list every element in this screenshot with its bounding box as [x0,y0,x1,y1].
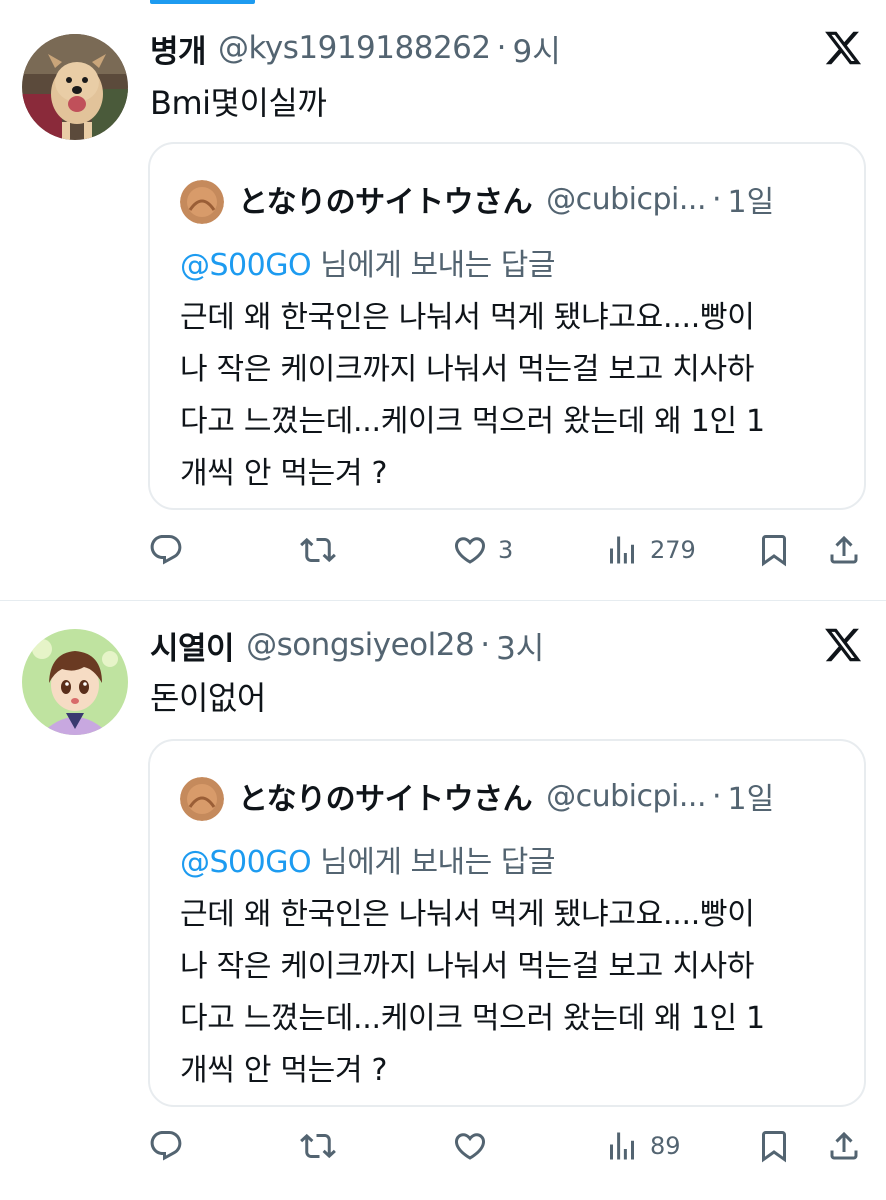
tweet-text: 돈이없어 [150,679,266,717]
reply-icon [150,535,182,565]
separator-dot: · [480,627,491,663]
action-bar: 89 [0,1126,886,1166]
views-icon [610,1132,634,1160]
tweet-header: 시열이 @songsiyeol28 · 3시 [150,623,544,667]
mention-link[interactable]: @S00GO [180,248,312,283]
quoted-author-handle[interactable]: @cubicpi... [546,779,706,814]
reply-label: 님에게 보내는 답글 [311,248,555,283]
quoted-text: 근데 왜 한국인은 나눠서 먹게 됐냐고요....빵이 나 작은 케이크까지 나… [180,889,850,1097]
quoted-text-line: 근데 왜 한국인은 나눠서 먹게 됐냐고요....빵이 [180,897,755,932]
share-icon [830,535,858,564]
share-button[interactable] [826,1126,862,1166]
bookmark-icon [762,1131,786,1163]
views-button[interactable]: 89 [604,1126,681,1166]
action-bar: 3 279 [0,530,886,570]
quoted-author-name[interactable]: となりのサイトウさん [238,177,533,221]
tweet-header: 병개 @kys1919188262 · 9시 [150,26,561,70]
quoted-tweet[interactable]: となりのサイトウさん @cubicpi... · 1일 @S00GO 님에게 보… [148,739,866,1107]
quoted-author-handle[interactable]: @cubicpi... [546,182,706,217]
tweet-text: Bmi몇이실까 [150,84,327,122]
reply-button[interactable] [148,530,184,570]
quoted-timestamp[interactable]: 1일 [728,177,775,221]
tweet-card[interactable]: 시열이 @songsiyeol28 · 3시 돈이없어 となりのサイトウさん @… [0,600,886,1200]
x-logo-icon [825,31,862,65]
quoted-text-line: 나 작은 케이크까지 나눠서 먹는걸 보고 치사하 [180,352,755,387]
quoted-text-line: 다고 느꼈는데...케이크 먹으러 왔는데 왜 1인 1 [180,1001,765,1036]
quoted-avatar[interactable] [180,180,224,224]
heart-icon [454,1133,486,1160]
quoted-text-line: 다고 느꼈는데...케이크 먹으러 왔는데 왜 1인 1 [180,404,765,439]
views-icon [610,536,634,564]
views-button[interactable]: 279 [604,530,696,570]
like-count: 3 [498,536,514,564]
avatar[interactable] [22,34,128,140]
quoted-avatar[interactable] [180,777,224,821]
share-icon [830,1131,858,1160]
quoted-header: となりのサイトウさん @cubicpi... · 1일 [238,177,774,221]
quoted-text-line: 나 작은 케이크까지 나눠서 먹는걸 보고 치사하 [180,949,755,984]
bookmark-icon [762,535,786,567]
quoted-timestamp[interactable]: 1일 [728,774,775,818]
author-handle[interactable]: @kys1919188262 [218,30,491,66]
reply-context: @S00GO 님에게 보내는 답글 [180,240,555,284]
retweet-icon [300,537,336,563]
separator-dot: · [496,30,507,66]
reply-label: 님에게 보내는 답글 [311,845,555,880]
like-button[interactable] [452,1126,498,1166]
separator-dot: · [711,181,722,217]
author-name[interactable]: 시열이 [150,623,235,668]
quoted-text: 근데 왜 한국인은 나눠서 먹게 됐냐고요....빵이 나 작은 케이크까지 나… [180,292,850,500]
share-button[interactable] [826,530,862,570]
quoted-text-line: 개씩 안 먹는겨 ? [180,1053,388,1088]
bookmark-button[interactable] [756,1126,792,1166]
mention-link[interactable]: @S00GO [180,845,312,880]
view-count: 89 [650,1132,681,1160]
timestamp[interactable]: 9시 [512,26,560,71]
reply-icon [150,1131,182,1161]
retweet-button[interactable] [300,1126,336,1166]
quoted-header: となりのサイトウさん @cubicpi... · 1일 [238,774,774,818]
x-logo-icon [825,628,862,662]
bookmark-button[interactable] [756,530,792,570]
tweet-card[interactable]: 병개 @kys1919188262 · 9시 Bmi몇이실까 となりのサイトウさ… [0,0,886,600]
reply-context: @S00GO 님에게 보내는 답글 [180,837,555,881]
retweet-button[interactable] [300,530,336,570]
timestamp[interactable]: 3시 [496,623,544,668]
heart-icon [454,537,486,564]
reply-button[interactable] [148,1126,184,1166]
quoted-text-line: 개씩 안 먹는겨 ? [180,456,388,491]
like-button[interactable]: 3 [452,530,513,570]
author-handle[interactable]: @songsiyeol28 [246,627,475,663]
avatar[interactable] [22,629,128,735]
retweet-icon [300,1133,336,1159]
quoted-text-line: 근데 왜 한국인은 나눠서 먹게 됐냐고요....빵이 [180,300,755,335]
view-count: 279 [650,536,696,564]
quoted-tweet[interactable]: となりのサイトウさん @cubicpi... · 1일 @S00GO 님에게 보… [148,142,866,510]
quoted-author-name[interactable]: となりのサイトウさん [238,774,533,818]
author-name[interactable]: 병개 [150,26,207,71]
separator-dot: · [711,778,722,814]
